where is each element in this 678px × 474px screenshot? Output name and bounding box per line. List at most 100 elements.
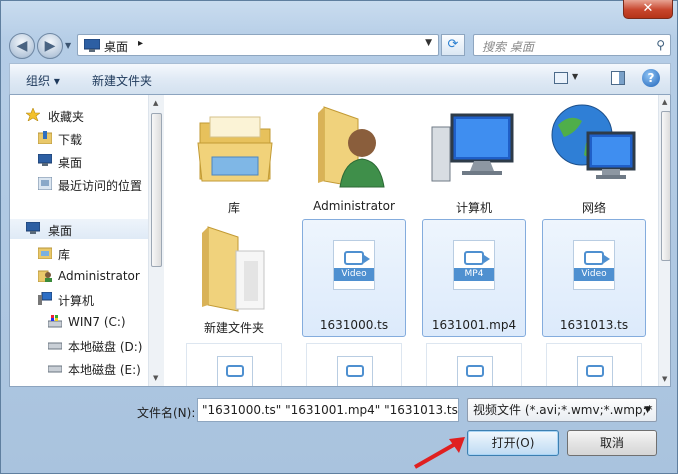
file-name: 网络 [581,201,606,215]
help-icon[interactable]: ? [642,69,660,87]
drive-icon [48,365,62,373]
arrow-left-icon: ◀ [16,38,28,54]
organize-menu-button[interactable]: 组织 ▾ [26,72,60,89]
download-folder-icon [38,131,52,144]
network-globe-icon [551,104,636,179]
file-name: 库 [227,201,240,215]
sidebar-item-desktop-root[interactable]: 桌面 [10,219,148,239]
star-icon [26,108,40,121]
file-item-video[interactable] [546,343,642,386]
library-icon [38,247,52,259]
sidebar-item-administrator[interactable]: Administrator [10,266,148,286]
sidebar-item-recent-places[interactable]: 最近访问的位置 [10,174,148,194]
address-dropdown-icon[interactable]: ▼ [425,38,432,48]
close-button[interactable]: ✕ [623,0,673,19]
video-camera-icon [344,251,370,265]
file-item-1631000-ts[interactable]: Video 1631000.ts [302,219,406,337]
filetype-selected: 视频文件 (*.avi;*.wmv;*.wmp;* [473,403,653,417]
video-file-icon [217,356,253,386]
file-item-administrator[interactable]: Administrator [302,99,406,217]
refresh-button[interactable]: ⟳ [441,34,465,56]
cancel-button[interactable]: 取消 [567,430,657,456]
scroll-down-icon[interactable]: ▼ [153,374,158,382]
video-camera-icon [584,251,610,265]
file-item-new-folder[interactable]: 新建文件夹 [182,219,286,337]
video-file-icon [577,356,613,386]
file-name: 1631001.mp4 [431,318,517,332]
file-open-dialog: ✕ ◀ ▶ ▼ 桌面 ▸ ▼ ⟳ 搜索 桌面 ⚲ 组织 ▾ 新建文件夹 ▼ ? … [0,0,678,474]
recent-places-icon [38,177,52,190]
address-bar[interactable]: 桌面 ▸ ▼ [77,34,439,56]
recent-pages-dropdown[interactable]: ▼ [65,41,71,50]
scroll-up-icon[interactable]: ▲ [153,99,158,107]
file-item-libraries[interactable]: 库 [182,99,286,217]
file-item-1631013-ts[interactable]: Video 1631013.ts [542,219,646,337]
browser-content: 收藏夹 下载 桌面 最近访问的位置 桌面 库 Administrator 计算机… [9,95,671,387]
file-name: 计算机 [455,201,492,215]
sidebar-item-favorites[interactable]: 收藏夹 [10,105,148,125]
filename-input[interactable]: "1631000.ts" "1631001.mp4" "1631013.ts [197,398,459,422]
file-item-computer[interactable]: 计算机 [422,99,526,217]
file-name: 新建文件夹 [203,321,264,335]
file-item-network[interactable]: 网络 [542,99,646,217]
search-placeholder: 搜索 桌面 [482,40,534,54]
preview-pane-icon[interactable] [611,71,625,85]
breadcrumb-arrow-icon[interactable]: ▸ [138,38,143,49]
chevron-down-icon: ▼ [644,405,651,415]
video-file-icon [337,356,373,386]
sidebar-item-drive-e[interactable]: 本地磁盘 (E:) [10,358,148,378]
computer-icon [38,292,52,305]
new-folder-button[interactable]: 新建文件夹 [92,72,152,89]
drive-icon [48,342,62,350]
computer-icon [431,113,514,182]
sidebar-item-computer[interactable]: 计算机 [10,289,148,309]
video-file-icon: Video [333,240,375,290]
filename-label: 文件名(N): [137,406,196,420]
command-toolbar: 组织 ▾ 新建文件夹 ▼ ? [9,63,671,95]
open-button[interactable]: 打开(O) [467,430,559,456]
navigation-scrollbar[interactable]: ▲ ▼ [148,95,164,386]
folder-icon [202,226,265,312]
video-camera-icon [226,365,244,377]
video-camera-icon [466,365,484,377]
video-camera-icon [464,251,490,265]
video-camera-icon [586,365,604,377]
back-button[interactable]: ◀ [9,33,35,59]
sidebar-item-drive-d[interactable]: 本地磁盘 (D:) [10,335,148,355]
video-camera-icon [346,365,364,377]
desktop-icon [84,39,100,52]
file-name: Administrator [313,199,395,213]
file-item-video[interactable] [426,343,522,386]
address-location[interactable]: 桌面 [104,38,128,55]
sidebar-item-downloads[interactable]: 下载 [10,128,148,148]
file-name: 1631000.ts [319,318,389,332]
navigation-pane: 收藏夹 下载 桌面 最近访问的位置 桌面 库 Administrator 计算机… [10,95,148,386]
file-item-video[interactable] [186,343,282,386]
file-item-video[interactable] [306,343,402,386]
video-file-icon: MP4 [453,240,495,290]
sidebar-item-drive-c[interactable]: WIN7 (C:) [10,312,148,332]
system-drive-icon [48,315,62,328]
scrollbar-thumb[interactable] [151,113,162,267]
scroll-down-icon[interactable]: ▼ [662,375,667,383]
user-folder-icon [318,106,385,188]
view-options-dropdown[interactable]: ▼ [572,72,578,81]
search-input[interactable]: 搜索 桌面 ⚲ [473,34,671,56]
forward-button[interactable]: ▶ [37,33,63,59]
video-file-icon [457,356,493,386]
refresh-icon: ⟳ [447,37,459,52]
change-view-icon[interactable] [554,72,568,84]
sidebar-item-libraries[interactable]: 库 [10,243,148,263]
filetype-select[interactable]: 视频文件 (*.avi;*.wmv;*.wmp;* ▼ [467,398,657,422]
annotation-arrow-icon [414,437,465,469]
scrollbar-thumb[interactable] [661,111,670,261]
file-list: 库 Administrator 计算机 网络 新建文件夹 Video 16310… [168,95,658,386]
sidebar-item-desktop[interactable]: 桌面 [10,151,148,171]
library-folder-icon [197,116,273,182]
desktop-icon [26,222,40,234]
search-icon[interactable]: ⚲ [656,38,665,52]
file-list-scrollbar[interactable]: ▲ ▼ [658,95,670,386]
scroll-up-icon[interactable]: ▲ [662,98,667,106]
file-item-1631001-mp4[interactable]: MP4 1631001.mp4 [422,219,526,337]
file-name: 1631013.ts [559,318,629,332]
